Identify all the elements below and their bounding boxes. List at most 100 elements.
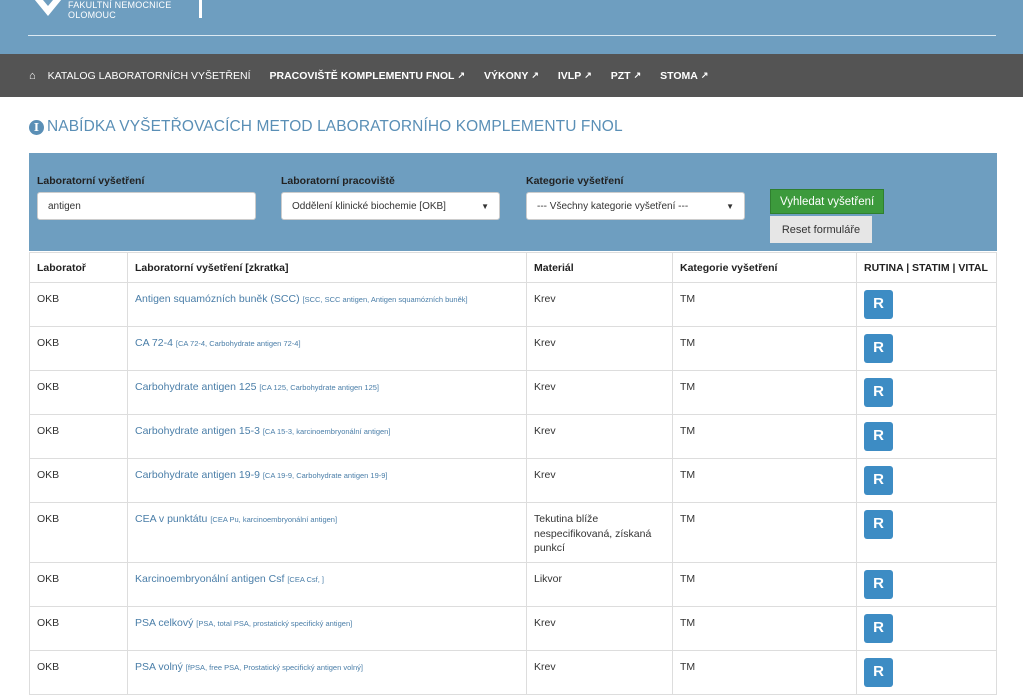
rutina-badge[interactable]: R <box>864 466 893 495</box>
exam-link[interactable]: Karcinoembryonální antigen Csf <box>135 573 284 585</box>
nav-item-vykony[interactable]: Výkony ↗ <box>484 70 539 82</box>
caret-down-icon: ▼ <box>726 201 734 211</box>
cell-material: Krev <box>526 282 673 327</box>
exam-filter-label: Laboratorní vyšetření <box>37 175 145 187</box>
external-link-icon: ↗ <box>531 70 539 80</box>
cell-category: TM <box>672 458 857 503</box>
top-banner: FAKULTNÍ NEMOCNICE OLOMOUC <box>0 0 1023 54</box>
rutina-badge[interactable]: R <box>864 422 893 451</box>
exam-link[interactable]: CEA v punktátu <box>135 513 207 525</box>
nav-item-pzt[interactable]: PZT ↗ <box>611 70 641 82</box>
column-header-material: Materiál <box>526 252 673 283</box>
nav-item-katalog[interactable]: ⌂ Katalog laboratorních vyšetření <box>29 70 251 82</box>
cell-lab: OKB <box>29 414 128 459</box>
cell-category: TM <box>672 561 857 607</box>
cell-exam: Carbohydrate antigen 125 [CA 125, Carboh… <box>127 370 527 415</box>
cell-exam: Antigen squamózních buněk (SCC) [SCC, SC… <box>127 282 527 327</box>
cell-category: TM <box>672 326 857 371</box>
exam-abbreviation: [CA 125, Carbohydrate antigen 125] <box>259 383 380 392</box>
table-row: OKB PSA celkový [PSA, total PSA, prostati… <box>29 605 997 651</box>
cell-exam: PSA celkový [PSA, total PSA, prostatický… <box>127 605 527 651</box>
cell-material: Krev <box>526 326 673 371</box>
cell-category: TM <box>672 502 857 563</box>
rutina-badge[interactable]: R <box>864 290 893 319</box>
exam-link[interactable]: Carbohydrate antigen 125 <box>135 381 256 393</box>
cell-category: TM <box>672 649 857 695</box>
cell-urgency: R <box>856 414 997 459</box>
cell-lab: OKB <box>29 370 128 415</box>
hospital-logo-text[interactable]: FAKULTNÍ NEMOCNICE OLOMOUC <box>68 0 171 20</box>
logo-divider <box>199 0 202 18</box>
table-row: OKB Carbohydrate antigen 125 [CA 125, Car… <box>29 370 997 415</box>
logo-line-2: OLOMOUC <box>68 10 116 20</box>
exam-abbreviation: [CEA Pu, karcinoembryonální antigen] <box>210 515 338 524</box>
table-row: OKB Antigen squamózních buněk (SCC) [SCC,… <box>29 282 997 327</box>
cell-urgency: R <box>856 458 997 503</box>
cell-lab: OKB <box>29 649 128 695</box>
nav-item-pracoviste[interactable]: Pracoviště komplementu FNOL ↗ <box>270 70 465 82</box>
exam-abbreviation: [SCC, SCC antigen, Antigen squamózních b… <box>302 295 468 304</box>
cell-lab: OKB <box>29 326 128 371</box>
cell-material: Krev <box>526 649 673 695</box>
info-icon: i <box>29 119 44 135</box>
rutina-badge[interactable]: R <box>864 334 893 363</box>
home-icon: ⌂ <box>29 69 36 82</box>
cell-urgency: R <box>856 561 997 607</box>
exam-link[interactable]: Antigen squamózních buněk (SCC) <box>135 293 300 305</box>
cell-material: Tekutina blíže nespecifikovaná, získaná … <box>526 502 673 563</box>
cell-category: TM <box>672 282 857 327</box>
category-select[interactable]: --- Všechny kategorie vyšetření --- ▼ <box>526 192 745 220</box>
cell-material: Krev <box>526 605 673 651</box>
page-title: i Nabídka vyšetřovacích metod laboratorn… <box>29 118 623 136</box>
cell-exam: Carbohydrate antigen 19-9 [CA 19-9, Carb… <box>127 458 527 503</box>
table-row: OKB CA 72-4 [CA 72-4, Carbohydrate antige… <box>29 326 997 371</box>
exam-search-value: antigen <box>48 200 81 212</box>
reset-form-button[interactable]: Reset formuláře <box>770 216 872 243</box>
column-header-urgency: RUTINA | STATIM | VITAL <box>856 252 997 283</box>
banner-rule <box>28 35 996 36</box>
search-filter-panel: Laboratorní vyšetření antigen Laboratorn… <box>29 153 997 251</box>
exam-search-input[interactable]: antigen <box>37 192 256 220</box>
hospital-logo-icon[interactable] <box>28 0 68 18</box>
cell-category: TM <box>672 605 857 651</box>
rutina-badge[interactable]: R <box>864 510 893 539</box>
cell-lab: OKB <box>29 458 128 503</box>
main-navbar: ⌂ Katalog laboratorních vyšetření Pracov… <box>0 54 1023 97</box>
exam-abbreviation: [CA 19-9, Carbohydrate antigen 19-9] <box>262 471 388 480</box>
nav-item-label: PZT <box>610 69 631 82</box>
exam-link[interactable]: CA 72-4 <box>135 337 173 349</box>
rutina-badge[interactable]: R <box>864 569 893 599</box>
table-row: OKB Carbohydrate antigen 15-3 [CA 15-3, k… <box>29 414 997 459</box>
exam-abbreviation: [CA 15-3, karcinoembryonální antigen] <box>262 427 391 436</box>
cell-material: Krev <box>526 458 673 503</box>
exam-abbreviation: [CEA Csf, ] <box>287 574 325 584</box>
nav-item-label: IVLP <box>557 69 582 82</box>
nav-item-label: Pracoviště komplementu FNOL <box>269 69 455 82</box>
column-header-lab: Laboratoř <box>29 252 128 283</box>
nav-item-ivlp[interactable]: IVLP ↗ <box>558 70 592 82</box>
workplace-filter-group: Laboratorní pracoviště Oddělení klinické… <box>281 175 500 220</box>
cell-urgency: R <box>856 370 997 415</box>
exam-link[interactable]: PSA celkový <box>135 617 193 629</box>
nav-item-stoma[interactable]: STOMA ↗ <box>660 70 708 82</box>
cell-urgency: R <box>856 649 997 695</box>
category-filter-group: Kategorie vyšetření --- Všechny kategori… <box>526 175 745 220</box>
rutina-badge[interactable]: R <box>864 657 893 687</box>
cell-category: TM <box>672 370 857 415</box>
exam-link[interactable]: Carbohydrate antigen 19-9 <box>135 469 260 481</box>
cell-exam: Carbohydrate antigen 15-3 [CA 15-3, karc… <box>127 414 527 459</box>
workplace-select[interactable]: Oddělení klinické biochemie [OKB] ▼ <box>281 192 500 220</box>
cell-exam: CEA v punktátu [CEA Pu, karcinoembryonál… <box>127 502 527 563</box>
external-link-icon: ↗ <box>633 70 642 80</box>
exam-link[interactable]: Carbohydrate antigen 15-3 <box>135 425 260 437</box>
rutina-badge[interactable]: R <box>864 378 893 407</box>
search-button[interactable]: Vyhledat vyšetření <box>770 189 885 214</box>
cell-exam: CA 72-4 [CA 72-4, Carbohydrate antigen 7… <box>127 326 527 371</box>
workplace-select-value: Oddělení klinické biochemie [OKB] <box>292 200 446 212</box>
rutina-badge[interactable]: R <box>864 613 893 643</box>
cell-lab: OKB <box>29 605 128 651</box>
cell-category: TM <box>672 414 857 459</box>
column-header-category: Kategorie vyšetření <box>672 252 857 283</box>
cell-urgency: R <box>856 605 997 651</box>
table-row: OKB CEA v punktátu [CEA Pu, karcinoembryo… <box>29 502 997 563</box>
